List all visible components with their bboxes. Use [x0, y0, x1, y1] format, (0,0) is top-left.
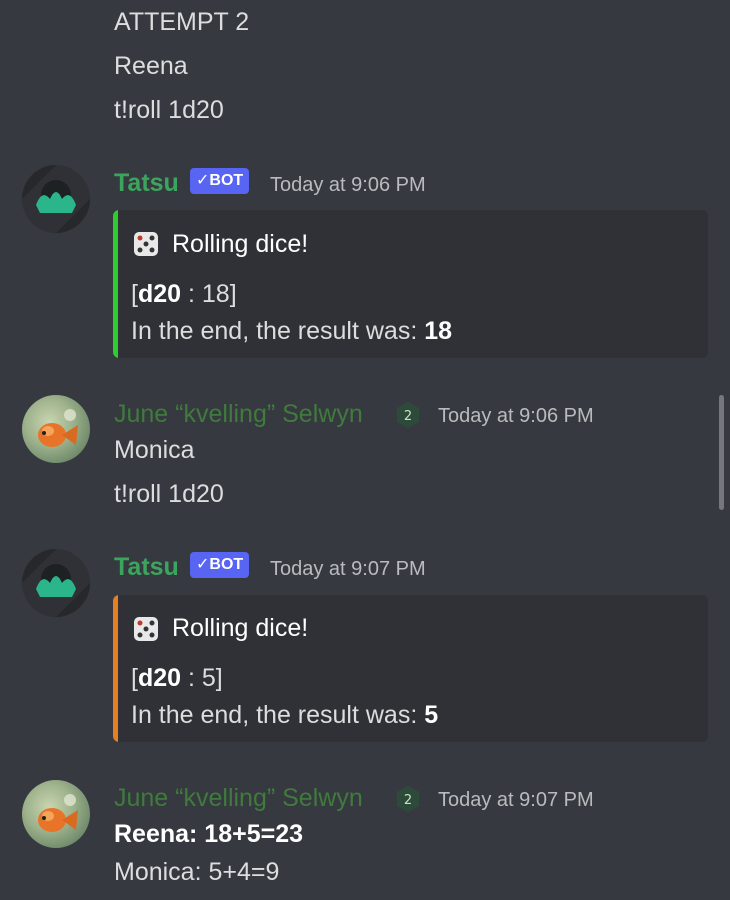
- roll-detail: [d20 : 5]: [131, 664, 223, 693]
- message-line: ATTEMPT 2: [114, 8, 250, 36]
- message-line: Reena: 18+5=23: [114, 820, 304, 848]
- message-line: Monica: [114, 436, 195, 464]
- result-value: 18: [424, 317, 453, 345]
- roll-result: In the end, the result was: 18: [131, 317, 452, 346]
- author-name[interactable]: June “kvelling” Selwyn: [114, 400, 363, 429]
- roll-value: : 18]: [181, 280, 237, 308]
- roll-value: : 5]: [181, 664, 223, 692]
- scrollbar-thumb[interactable]: [719, 395, 724, 510]
- server-role-icon: 2: [397, 402, 419, 428]
- dice-icon: [134, 617, 158, 641]
- dice-embed: Rolling dice! [d20 : 5] In the end, the …: [113, 595, 708, 742]
- die-type: d20: [137, 664, 182, 692]
- result-label: In the end, the result was:: [131, 317, 425, 345]
- message-line: Reena: [114, 52, 188, 80]
- message-line: Monica: 5+4=9: [114, 858, 280, 886]
- author-name[interactable]: June “kvelling” Selwyn: [114, 784, 363, 813]
- bot-tag: ✓BOT: [190, 168, 250, 194]
- embed-accent-bar: [113, 210, 118, 358]
- embed-title: Rolling dice!: [172, 230, 309, 258]
- server-role-icon: 2: [397, 786, 419, 812]
- roll-result: In the end, the result was: 5: [131, 701, 438, 730]
- timestamp[interactable]: Today at 9:07 PM: [438, 789, 594, 812]
- roll-detail: [d20 : 18]: [131, 280, 237, 309]
- result-label: In the end, the result was:: [131, 701, 425, 729]
- bracket-open: [: [131, 280, 138, 308]
- bot-tag: ✓BOT: [190, 552, 250, 578]
- timestamp[interactable]: Today at 9:07 PM: [270, 558, 426, 581]
- message-line: t!roll 1d20: [114, 96, 224, 124]
- role-badge-number: 2: [404, 793, 412, 808]
- tatsu-avatar-icon[interactable]: [22, 549, 90, 617]
- dice-icon: [134, 232, 158, 256]
- result-value: 5: [424, 701, 439, 729]
- bracket-open: [: [131, 664, 138, 692]
- author-name[interactable]: Tatsu: [114, 553, 179, 582]
- dice-embed: Rolling dice! [d20 : 18] In the end, the…: [113, 210, 708, 358]
- role-badge-number: 2: [404, 409, 412, 424]
- die-type: d20: [137, 280, 182, 308]
- embed-accent-bar: [113, 595, 118, 742]
- june-avatar-icon[interactable]: [22, 780, 90, 848]
- author-name[interactable]: Tatsu: [114, 169, 179, 198]
- timestamp[interactable]: Today at 9:06 PM: [438, 405, 594, 428]
- timestamp[interactable]: Today at 9:06 PM: [270, 174, 426, 197]
- tatsu-avatar-icon[interactable]: [22, 165, 90, 233]
- message-line: t!roll 1d20: [114, 480, 224, 508]
- june-avatar-icon[interactable]: [22, 395, 90, 463]
- embed-title: Rolling dice!: [172, 614, 309, 642]
